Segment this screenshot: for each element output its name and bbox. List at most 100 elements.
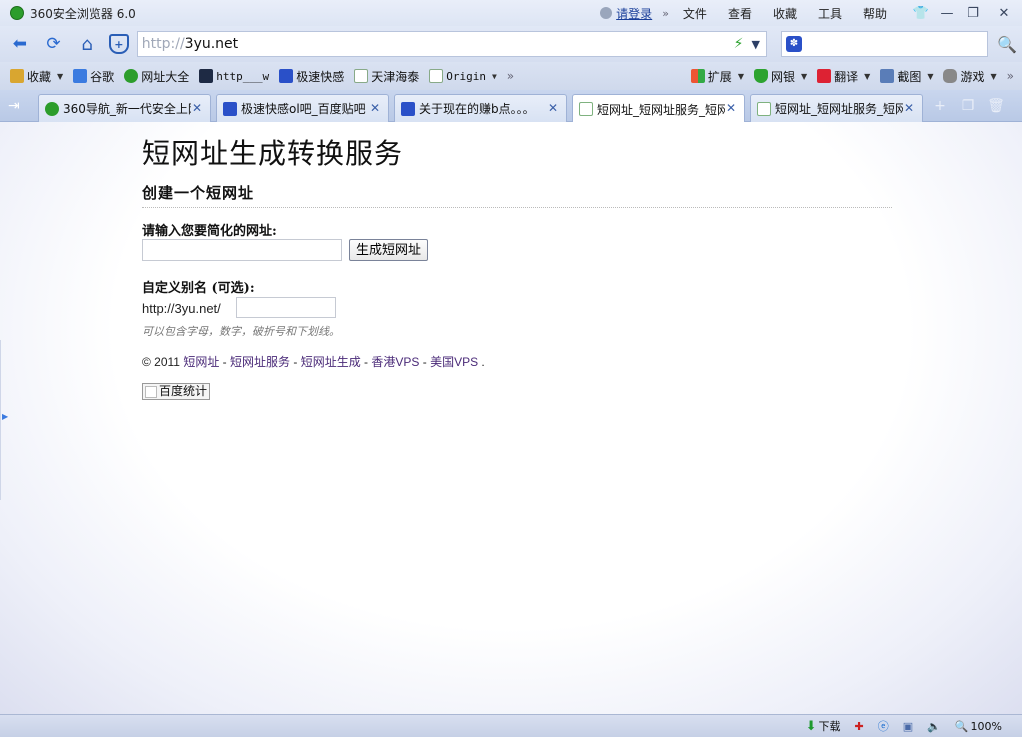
chevron-down-icon[interactable]: ▼ [57, 72, 63, 81]
zoom-control[interactable]: 🔍 100% [955, 720, 1002, 733]
link-icon [199, 69, 214, 83]
games-button[interactable]: 游戏 ▼ [943, 68, 997, 85]
address-input[interactable]: http://3yu.net ⚡ ▼ [136, 31, 767, 57]
bookmarks-bar: 收藏 ▼ 谷歌 网址大全 http___w 极速快感 天津海泰 Origin ▼ »… [0, 62, 1022, 90]
restore-tab-icon[interactable]: ❐ [954, 98, 982, 114]
long-url-input[interactable] [142, 239, 342, 261]
expand-sidebar-icon[interactable]: ▶ [2, 412, 8, 421]
baidu-icon [223, 101, 237, 116]
alias-prefix: http://3yu.net/ [142, 301, 221, 316]
alias-label: 自定义别名 (可选): [142, 281, 255, 296]
close-icon[interactable]: ✕ [548, 101, 558, 115]
menu-help[interactable]: 帮助 [863, 5, 887, 22]
back-button[interactable]: ⬅ [6, 30, 34, 58]
tab-tools: + ❐ 🗑 [926, 98, 1010, 114]
bookmark-label: 收藏 [27, 69, 52, 84]
url-scheme: http:// [141, 36, 185, 52]
tool-label: 翻译 [834, 69, 859, 84]
chevron-down-icon[interactable]: ▼ [864, 72, 870, 81]
bookmark-tianjin[interactable]: 天津海泰 [354, 68, 419, 85]
bookmark-google[interactable]: 谷歌 [73, 68, 114, 85]
alias-input[interactable] [236, 297, 336, 318]
chevron-down-icon[interactable]: ▼ [751, 38, 759, 51]
sidebar-toggle-icon[interactable]: ⇥ [8, 98, 20, 114]
menu-tools[interactable]: 工具 [818, 5, 842, 22]
download-button[interactable]: ⬇ 下载 [806, 718, 841, 734]
favorites-icon [10, 69, 24, 83]
bookmarks-overflow-icon[interactable]: » [507, 69, 514, 83]
tool-label: 扩展 [707, 69, 732, 84]
bank-shield-icon [753, 69, 768, 83]
menu-chevron-icon[interactable]: » [662, 7, 669, 20]
baidu-icon [279, 69, 294, 83]
generate-short-url-button[interactable]: 生成短网址 [349, 239, 429, 261]
extensions-button[interactable]: 扩展 ▼ [690, 68, 744, 85]
footer: © 2011 短网址 - 短网址服务 - 短网址生成 - 香港VPS - 美国V… [142, 355, 485, 369]
speed-mode-icon[interactable]: ⚡ [734, 36, 744, 52]
chevron-down-icon[interactable]: ▼ [991, 72, 997, 81]
online-bank-button[interactable]: 网银 ▼ [753, 68, 807, 85]
page-icon [429, 69, 444, 83]
footer-link-hk-vps[interactable]: 香港VPS [371, 355, 419, 369]
chevron-down-icon[interactable]: ▼ [927, 72, 933, 81]
chevron-down-icon[interactable]: ▼ [738, 72, 744, 81]
bookmark-origin[interactable]: Origin ▼ [429, 69, 497, 83]
copyright: © 2011 [142, 355, 180, 369]
minimize-button[interactable]: — [934, 6, 960, 21]
baidu-icon [401, 101, 415, 116]
page-title: 短网址生成转换服务 [142, 137, 404, 170]
new-tab-icon[interactable]: + [926, 98, 954, 114]
bookmark-label: http___w [216, 69, 270, 83]
bookmark-http[interactable]: http___w [199, 69, 269, 83]
close-icon[interactable]: ✕ [726, 101, 736, 115]
plus-icon[interactable]: ✚ [855, 720, 864, 733]
close-icon[interactable]: ✕ [904, 101, 914, 115]
window-icon[interactable]: ▣ [903, 720, 913, 733]
tab-baidu-post[interactable]: 关于现在的赚b点。。。 ✕ [394, 94, 567, 122]
refresh-button[interactable]: ⟳ [40, 30, 68, 58]
tab-label: 关于现在的赚b点。。。 [419, 102, 535, 116]
screenshot-icon [880, 69, 895, 83]
footer-link-short-url-service[interactable]: 短网址服务 [230, 355, 290, 369]
footer-link-short-url-generate[interactable]: 短网址生成 [301, 355, 361, 369]
speaker-icon[interactable]: 🔈 [927, 720, 941, 733]
bookmark-label: 网址大全 [141, 69, 190, 84]
translate-button[interactable]: 翻译 ▼ [817, 68, 870, 85]
google-icon [73, 69, 88, 83]
ie-mode-icon[interactable]: ⓔ [878, 718, 889, 734]
security-shield-icon[interactable]: + [108, 34, 129, 54]
search-button[interactable]: 🔍 [992, 31, 1022, 57]
search-input[interactable]: ✽ [780, 31, 989, 57]
tab-label: 短网址_短网址服务_短网址生成 [775, 102, 903, 116]
footer-link-us-vps[interactable]: 美国VPS [430, 355, 478, 369]
screenshot-button[interactable]: 截图 ▼ [880, 68, 933, 85]
close-icon[interactable]: ✕ [370, 101, 380, 115]
tab-short-url-active[interactable]: 短网址_短网址服务_短网址生成 ✕ [572, 94, 745, 123]
user-icon[interactable] [600, 7, 613, 19]
skin-icon[interactable]: 👕 [908, 6, 934, 21]
close-button[interactable]: ✕ [986, 6, 1022, 21]
baidu-stats-image[interactable]: 百度统计 [142, 383, 211, 400]
restore-button[interactable]: ❐ [960, 6, 986, 21]
tools-overflow-icon[interactable]: » [1007, 69, 1014, 83]
chevron-down-icon[interactable]: ▼ [492, 72, 497, 81]
baidu-search-engine-icon[interactable]: ✽ [785, 36, 802, 52]
bookmark-web-directory[interactable]: 网址大全 [124, 68, 189, 85]
menu-view[interactable]: 查看 [728, 5, 752, 22]
close-icon[interactable]: ✕ [192, 101, 202, 115]
tab-360-nav[interactable]: 360导航_新一代安全上网 ✕ [38, 94, 211, 122]
bookmark-jisu[interactable]: 极速快感 [279, 68, 344, 85]
tab-short-url[interactable]: 短网址_短网址服务_短网址生成 ✕ [750, 94, 923, 122]
trash-icon[interactable]: 🗑 [982, 98, 1010, 114]
bookmark-favorites[interactable]: 收藏 ▼ [10, 68, 63, 85]
menu-favorites[interactable]: 收藏 [773, 5, 797, 22]
chevron-down-icon[interactable]: ▼ [801, 72, 807, 81]
title-bar-right: 请登录 » 文件 查看 收藏 工具 帮助 👕 — ❐ ✕ [600, 0, 1022, 26]
footer-link-short-url[interactable]: 短网址 [183, 355, 219, 369]
menu-file[interactable]: 文件 [683, 5, 707, 22]
home-button[interactable]: ⌂ [73, 30, 101, 58]
bookmarks-right-tools: 扩展 ▼ 网银 ▼ 翻译 ▼ 截图 ▼ 游戏 ▼ » [681, 62, 1022, 90]
tool-label: 网银 [770, 69, 795, 84]
tab-baidu-tieba[interactable]: 极速快感ol吧_百度贴吧 ✕ [216, 94, 389, 122]
login-link[interactable]: 请登录 [616, 5, 652, 22]
